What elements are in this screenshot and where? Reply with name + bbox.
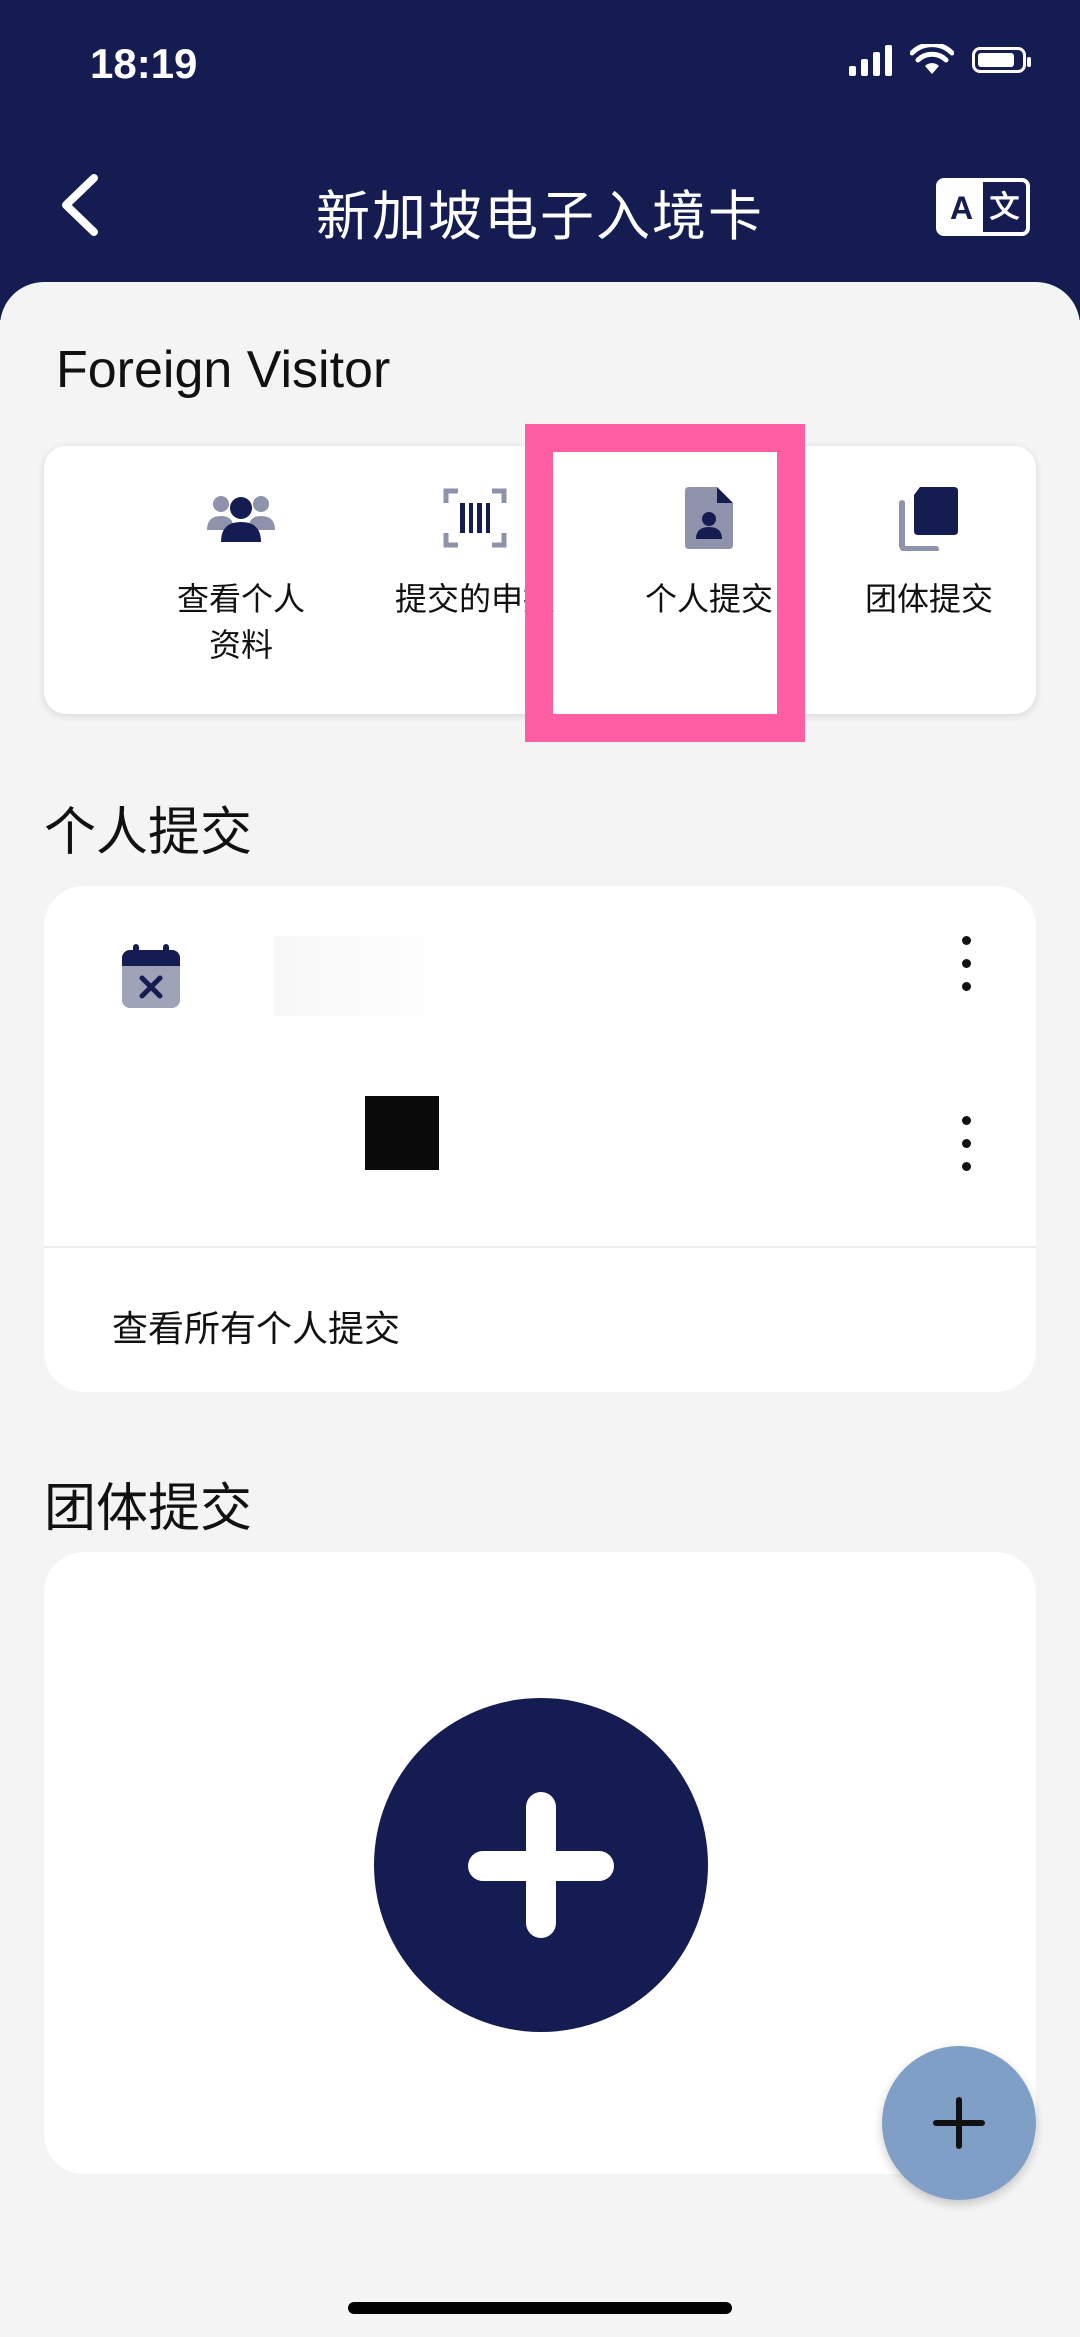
battery-icon xyxy=(972,47,1031,73)
home-indicator xyxy=(348,2302,732,2314)
copy-documents-icon xyxy=(899,487,958,551)
personal-section-title: 个人提交 xyxy=(44,804,253,862)
highlight-box xyxy=(525,424,805,742)
lang-a: A xyxy=(940,182,983,232)
status-time: 18:19 xyxy=(90,40,198,87)
wifi-icon xyxy=(910,44,954,74)
view-all-label: 查看所有个人提交 xyxy=(112,1308,401,1349)
redacted-block xyxy=(365,1096,439,1170)
redacted-entry-text xyxy=(274,936,734,1016)
page-title: 新加坡电子入境卡 xyxy=(316,187,764,247)
language-switch-button[interactable]: A 文 xyxy=(936,178,1030,236)
add-group-submission-button[interactable] xyxy=(374,1698,708,2032)
lang-b: 文 xyxy=(989,191,1020,224)
calendar-cancel-icon xyxy=(122,944,180,1008)
list-item[interactable] xyxy=(44,886,1036,1066)
quick-action-label: 查看个人资料 xyxy=(176,581,305,663)
signal-icon xyxy=(849,44,892,76)
more-options-icon[interactable] xyxy=(956,1116,976,1176)
quick-action-label: 团体提交 xyxy=(864,581,993,617)
visitor-type-label: Foreign Visitor xyxy=(56,341,391,399)
list-item[interactable] xyxy=(44,1066,1036,1246)
group-submission-button[interactable]: 团体提交 xyxy=(814,482,1044,622)
floating-add-button[interactable] xyxy=(882,2046,1036,2200)
more-options-icon[interactable] xyxy=(956,936,976,996)
status-icons xyxy=(849,44,1031,76)
app-header: 18:19 新加坡电子入境卡 A 文 xyxy=(0,0,1080,320)
personal-submissions-card: 查看所有个人提交 xyxy=(44,886,1036,1392)
users-icon xyxy=(207,496,275,542)
group-submissions-card xyxy=(44,1552,1036,2174)
barcode-scan-icon xyxy=(443,488,507,548)
view-all-personal-link[interactable]: 查看所有个人提交 xyxy=(44,1246,1036,1392)
view-profile-button[interactable]: 查看个人资料 xyxy=(126,482,356,668)
group-section-title: 团体提交 xyxy=(44,1480,253,1538)
